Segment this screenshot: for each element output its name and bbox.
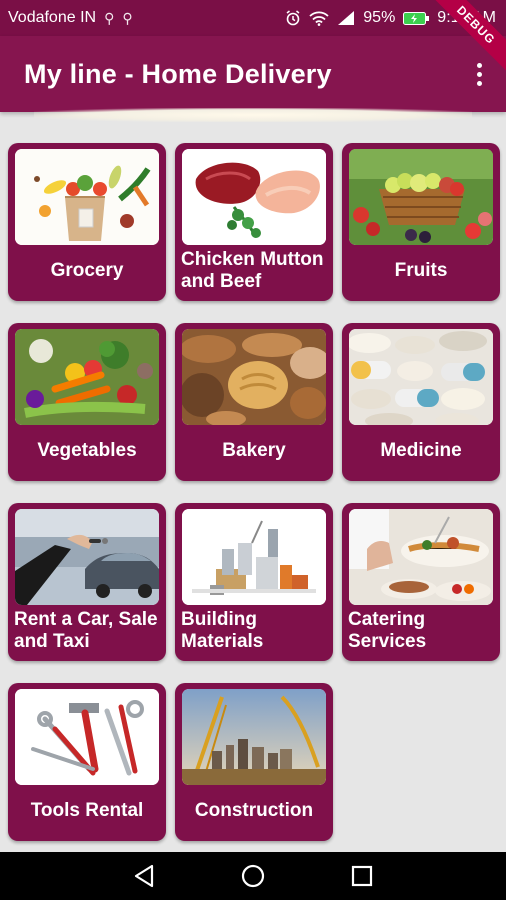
battery-icon <box>403 11 430 25</box>
grocery-image <box>15 149 159 245</box>
category-tile-building-materials[interactable]: Building Materials <box>175 503 333 661</box>
category-tile-grocery[interactable]: Grocery <box>8 143 166 301</box>
car-key-image <box>15 509 159 605</box>
category-tile-bakery[interactable]: Bakery <box>175 323 333 481</box>
category-label: Fruits <box>394 260 448 281</box>
construction-image <box>182 689 326 785</box>
meat-image <box>182 149 326 245</box>
category-label: Construction <box>194 800 314 821</box>
usb-debug-icon: ⚲ <box>122 9 133 26</box>
vegetables-image <box>15 329 159 425</box>
category-tile-fruits[interactable]: Fruits <box>342 143 500 301</box>
bread-image <box>182 329 326 425</box>
back-icon[interactable] <box>130 862 158 890</box>
building-materials-image <box>182 509 326 605</box>
recents-icon[interactable] <box>348 862 376 890</box>
wifi-icon <box>309 11 329 26</box>
category-label: Tools Rental <box>30 800 144 821</box>
overscroll-glow <box>34 108 472 122</box>
category-grid: Grocery Chicken Mutton and Beef Fruits V… <box>8 143 500 841</box>
category-tile-tools-rental[interactable]: Tools Rental <box>8 683 166 841</box>
category-label: Bakery <box>222 440 286 461</box>
category-tile-construction[interactable]: Construction <box>175 683 333 841</box>
more-options-icon[interactable] <box>474 62 484 86</box>
status-bar: Vodafone IN ⚲ ⚲ 95% 9:13 AM <box>0 0 506 36</box>
category-label: Rent a Car, Sale and Taxi <box>14 609 158 652</box>
category-tile-rent-a-car[interactable]: Rent a Car, Sale and Taxi <box>8 503 166 661</box>
page-title: My line - Home Delivery <box>24 58 332 89</box>
fruit-basket-image <box>349 149 493 245</box>
tools-image <box>15 689 159 785</box>
category-label: Medicine <box>380 440 462 461</box>
catering-image <box>349 509 493 605</box>
category-label: Chicken Mutton and Beef <box>181 249 324 292</box>
category-label: Building Materials <box>181 609 264 652</box>
category-label: Vegetables <box>37 440 137 461</box>
alarm-icon <box>285 10 301 26</box>
category-tile-catering[interactable]: Catering Services <box>342 503 500 661</box>
category-tile-meat[interactable]: Chicken Mutton and Beef <box>175 143 333 301</box>
system-navigation-bar <box>0 852 506 900</box>
battery-percent: 95% <box>363 9 396 26</box>
pills-image <box>349 329 493 425</box>
category-tile-vegetables[interactable]: Vegetables <box>8 323 166 481</box>
usb-icon: ⚲ <box>104 9 115 26</box>
signal-icon <box>337 10 355 26</box>
category-label: Catering Services <box>348 609 427 652</box>
category-tile-medicine[interactable]: Medicine <box>342 323 500 481</box>
app-bar: My line - Home Delivery <box>0 36 506 112</box>
carrier-name: Vodafone IN <box>8 9 97 26</box>
home-icon[interactable] <box>239 862 267 890</box>
category-label: Grocery <box>50 260 124 281</box>
